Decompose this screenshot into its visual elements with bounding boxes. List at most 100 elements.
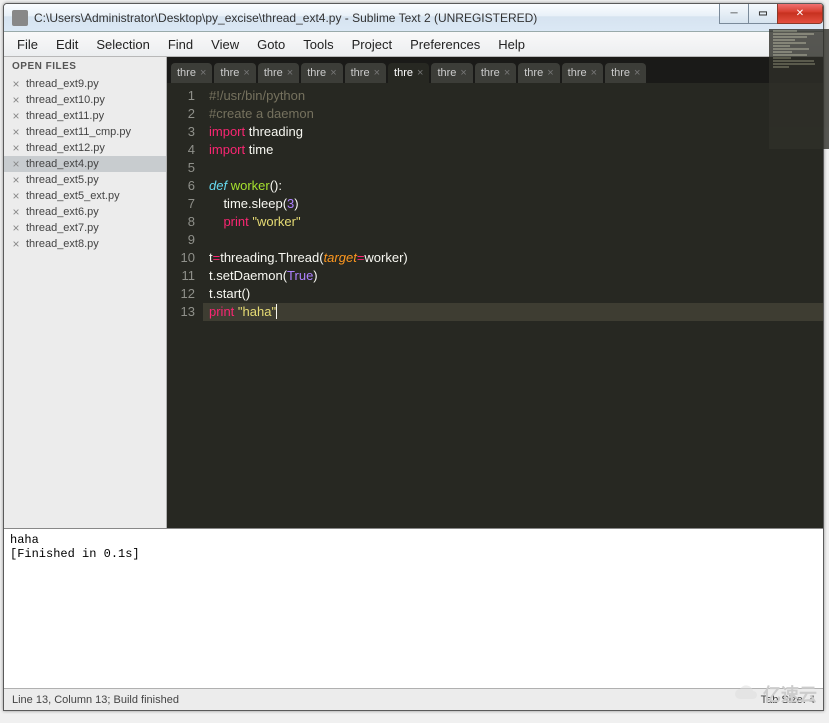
code-line[interactable]: #create a daemon [209,105,823,123]
sidebar-item[interactable]: ×thread_ext4.py [4,156,166,172]
editor-tab[interactable]: thre × [605,63,646,83]
editor-tab[interactable]: thre× [431,63,472,83]
menu-item-view[interactable]: View [202,34,248,55]
editor-tab[interactable]: thre× [345,63,386,83]
editor-tab[interactable]: thre× [518,63,559,83]
menu-item-selection[interactable]: Selection [87,34,158,55]
status-left: Line 13, Column 13; Build finished [12,694,179,706]
sidebar-item[interactable]: × thread_ext9.py [4,76,166,92]
code-line[interactable]: import time [209,141,823,159]
status-tab-size[interactable]: Tab Size: 4 [761,694,815,706]
sidebar-item-label: thread_ext6.py [26,206,99,218]
minimap[interactable] [769,29,824,149]
tab-label: thre [220,67,239,79]
sidebar-item[interactable]: × thread_ext12.py [4,140,166,156]
line-number: 8 [167,213,195,231]
close-file-icon[interactable]: × [10,158,22,170]
tab-close-icon[interactable]: × [243,67,249,79]
editor-tab[interactable]: thre × [562,63,603,83]
menu-item-help[interactable]: Help [489,34,534,55]
code-line[interactable]: t=threading.Thread(target=worker) [209,249,823,267]
line-number: 2 [167,105,195,123]
sidebar-header: OPEN FILES [4,57,166,76]
tab-label: thre [611,67,630,79]
menu-item-tools[interactable]: Tools [294,34,342,55]
close-file-icon[interactable]: × [10,126,22,138]
code-line[interactable]: t.start() [209,285,823,303]
sidebar-item-label: thread_ext9.py [26,78,99,90]
sidebar-item[interactable]: × thread_ext10.py [4,92,166,108]
code-line[interactable]: print "worker" [209,213,823,231]
close-file-icon[interactable]: × [10,94,22,106]
title-bar[interactable]: C:\Users\Administrator\Desktop\py_excise… [4,4,823,32]
editor-pane: thre×thre×thre×thre×thre×thre×thre×thre×… [167,57,823,528]
menu-item-find[interactable]: Find [159,34,202,55]
status-bar: Line 13, Column 13; Build finished Tab S… [4,688,823,710]
line-number: 6 [167,177,195,195]
tab-close-icon[interactable]: × [547,67,553,79]
menu-item-project[interactable]: Project [343,34,401,55]
line-number: 7 [167,195,195,213]
sidebar-item[interactable]: ×thread_ext5_ext.py [4,188,166,204]
close-file-icon[interactable]: × [10,222,22,234]
code-line[interactable] [209,159,823,177]
code-line[interactable] [209,231,823,249]
editor-tab[interactable]: thre× [171,63,212,83]
app-icon [12,10,28,26]
menu-item-file[interactable]: File [8,34,47,55]
build-output-panel[interactable]: haha [Finished in 0.1s] [4,528,823,688]
editor-tab[interactable]: thre× [475,63,516,83]
tab-close-icon[interactable]: × [330,67,336,79]
sidebar-item-label: thread_ext12.py [26,142,105,154]
editor-tab[interactable]: thre× [258,63,299,83]
tab-label: thre [307,67,326,79]
close-file-icon[interactable]: × [10,110,22,122]
sidebar-item[interactable]: ×thread_ext11.py [4,108,166,124]
line-number: 13 [167,303,195,321]
close-file-icon[interactable]: × [10,190,22,202]
code-text[interactable]: #!/usr/bin/python#create a daemonimport … [203,83,823,528]
tab-label: thre [568,67,587,79]
sidebar: OPEN FILES × thread_ext9.py × thread_ext10.… [4,57,167,528]
close-file-icon[interactable]: × [10,238,22,250]
sidebar-item-label: thread_ext10.py [26,94,105,106]
sidebar-item[interactable]: × thread_ext6.py [4,204,166,220]
sidebar-item[interactable]: ×thread_ext8.py [4,236,166,252]
editor-tab[interactable]: thre × [301,63,342,83]
tab-close-icon[interactable]: × [504,67,510,79]
close-file-icon[interactable]: × [10,206,22,218]
tab-close-icon[interactable]: × [591,67,597,79]
menu-item-preferences[interactable]: Preferences [401,34,489,55]
close-button[interactable]: ✕ [777,4,823,24]
tab-close-icon[interactable]: × [460,67,466,79]
editor-tab[interactable]: thre × [214,63,255,83]
line-number: 4 [167,141,195,159]
menu-item-goto[interactable]: Goto [248,34,294,55]
code-line[interactable]: time.sleep(3) [209,195,823,213]
line-number: 5 [167,159,195,177]
sidebar-item[interactable]: × thread_ext5.py [4,172,166,188]
content-area: OPEN FILES × thread_ext9.py × thread_ext10.… [4,57,823,710]
menu-item-edit[interactable]: Edit [47,34,87,55]
sidebar-item-label: thread_ext5.py [26,174,99,186]
tab-close-icon[interactable]: × [287,67,293,79]
sidebar-item-label: thread_ext7.py [26,222,99,234]
code-line[interactable]: t.setDaemon(True) [209,267,823,285]
tab-close-icon[interactable]: × [374,67,380,79]
window-title: C:\Users\Administrator\Desktop\py_excise… [34,11,720,25]
minimize-button[interactable]: ─ [719,4,749,24]
tab-close-icon[interactable]: × [417,67,423,79]
editor-tab[interactable]: thre× [388,63,429,83]
code-area[interactable]: 12345678910111213 #!/usr/bin/python#crea… [167,83,823,528]
tab-close-icon[interactable]: × [200,67,206,79]
code-line[interactable]: import threading [209,123,823,141]
code-line[interactable]: def worker(): [209,177,823,195]
sidebar-item[interactable]: × thread_ext7.py [4,220,166,236]
close-file-icon[interactable]: × [10,174,22,186]
sidebar-item[interactable]: ×thread_ext11_cmp.py [4,124,166,140]
close-file-icon[interactable]: × [10,142,22,154]
tab-close-icon[interactable]: × [634,67,640,79]
close-file-icon[interactable]: × [10,78,22,90]
code-line[interactable]: #!/usr/bin/python [209,87,823,105]
maximize-button[interactable]: ▭ [748,4,778,24]
